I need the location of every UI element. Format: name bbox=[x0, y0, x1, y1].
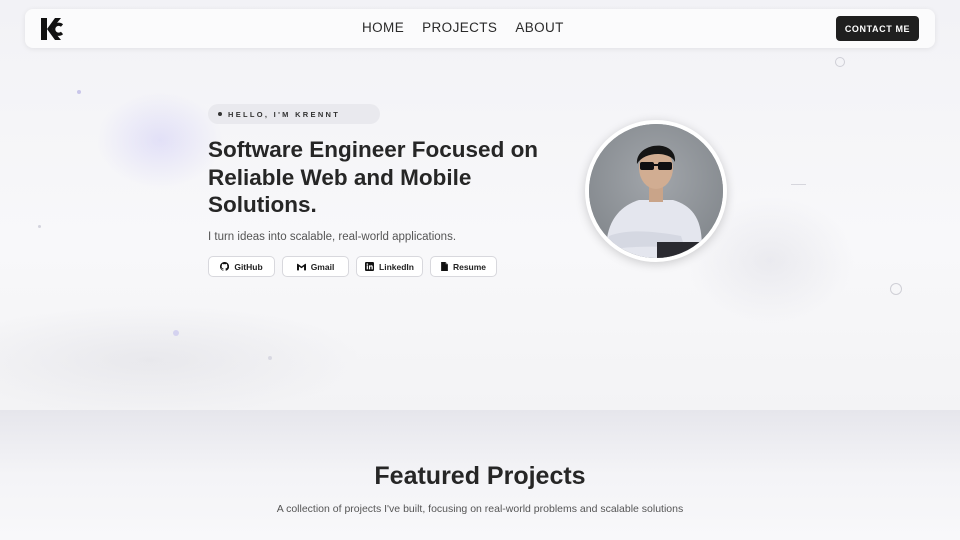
decorative-line bbox=[791, 184, 806, 185]
hello-badge: HELLO, I'M KRENNT bbox=[208, 104, 380, 124]
nav-link-about[interactable]: ABOUT bbox=[515, 20, 564, 35]
github-label: GitHub bbox=[234, 261, 263, 272]
resume-label: Resume bbox=[452, 261, 487, 272]
document-icon bbox=[441, 262, 448, 271]
hero-tagline: I turn ideas into scalable, real-world a… bbox=[208, 231, 457, 243]
github-button[interactable]: GitHub bbox=[208, 256, 275, 277]
decorative-dot bbox=[173, 330, 179, 336]
decorative-ring bbox=[835, 57, 845, 67]
kc-logo-icon[interactable] bbox=[41, 18, 64, 40]
gmail-icon bbox=[296, 263, 306, 270]
contact-me-button[interactable]: CONTACT ME bbox=[836, 16, 919, 41]
resume-button[interactable]: Resume bbox=[430, 256, 497, 277]
nav-link-projects[interactable]: PROJECTS bbox=[422, 20, 497, 35]
gmail-label: Gmail bbox=[310, 261, 335, 272]
nav-links: HOME PROJECTS ABOUT bbox=[362, 20, 564, 35]
decorative-dot bbox=[38, 225, 41, 228]
github-icon bbox=[220, 262, 230, 271]
social-links: GitHub Gmail LinkedIn Resume bbox=[208, 256, 497, 277]
decorative-dot bbox=[268, 356, 272, 360]
gmail-button[interactable]: Gmail bbox=[282, 256, 349, 277]
featured-projects-subtitle: A collection of projects I've built, foc… bbox=[276, 503, 684, 515]
badge-dot-icon bbox=[218, 112, 222, 116]
linkedin-button[interactable]: LinkedIn bbox=[356, 256, 423, 277]
nav-link-home[interactable]: HOME bbox=[362, 20, 404, 35]
linkedin-label: LinkedIn bbox=[379, 261, 414, 272]
linkedin-icon bbox=[365, 262, 375, 271]
decorative-ring bbox=[890, 283, 902, 295]
featured-projects-title: Featured Projects bbox=[374, 462, 586, 490]
profile-avatar bbox=[585, 120, 727, 262]
hero-headline: Software Engineer Focused on Reliable We… bbox=[208, 137, 539, 217]
navbar: HOME PROJECTS ABOUT CONTACT ME bbox=[25, 9, 935, 48]
decorative-dot bbox=[77, 90, 81, 94]
hello-badge-text: HELLO, I'M KRENNT bbox=[228, 109, 341, 119]
